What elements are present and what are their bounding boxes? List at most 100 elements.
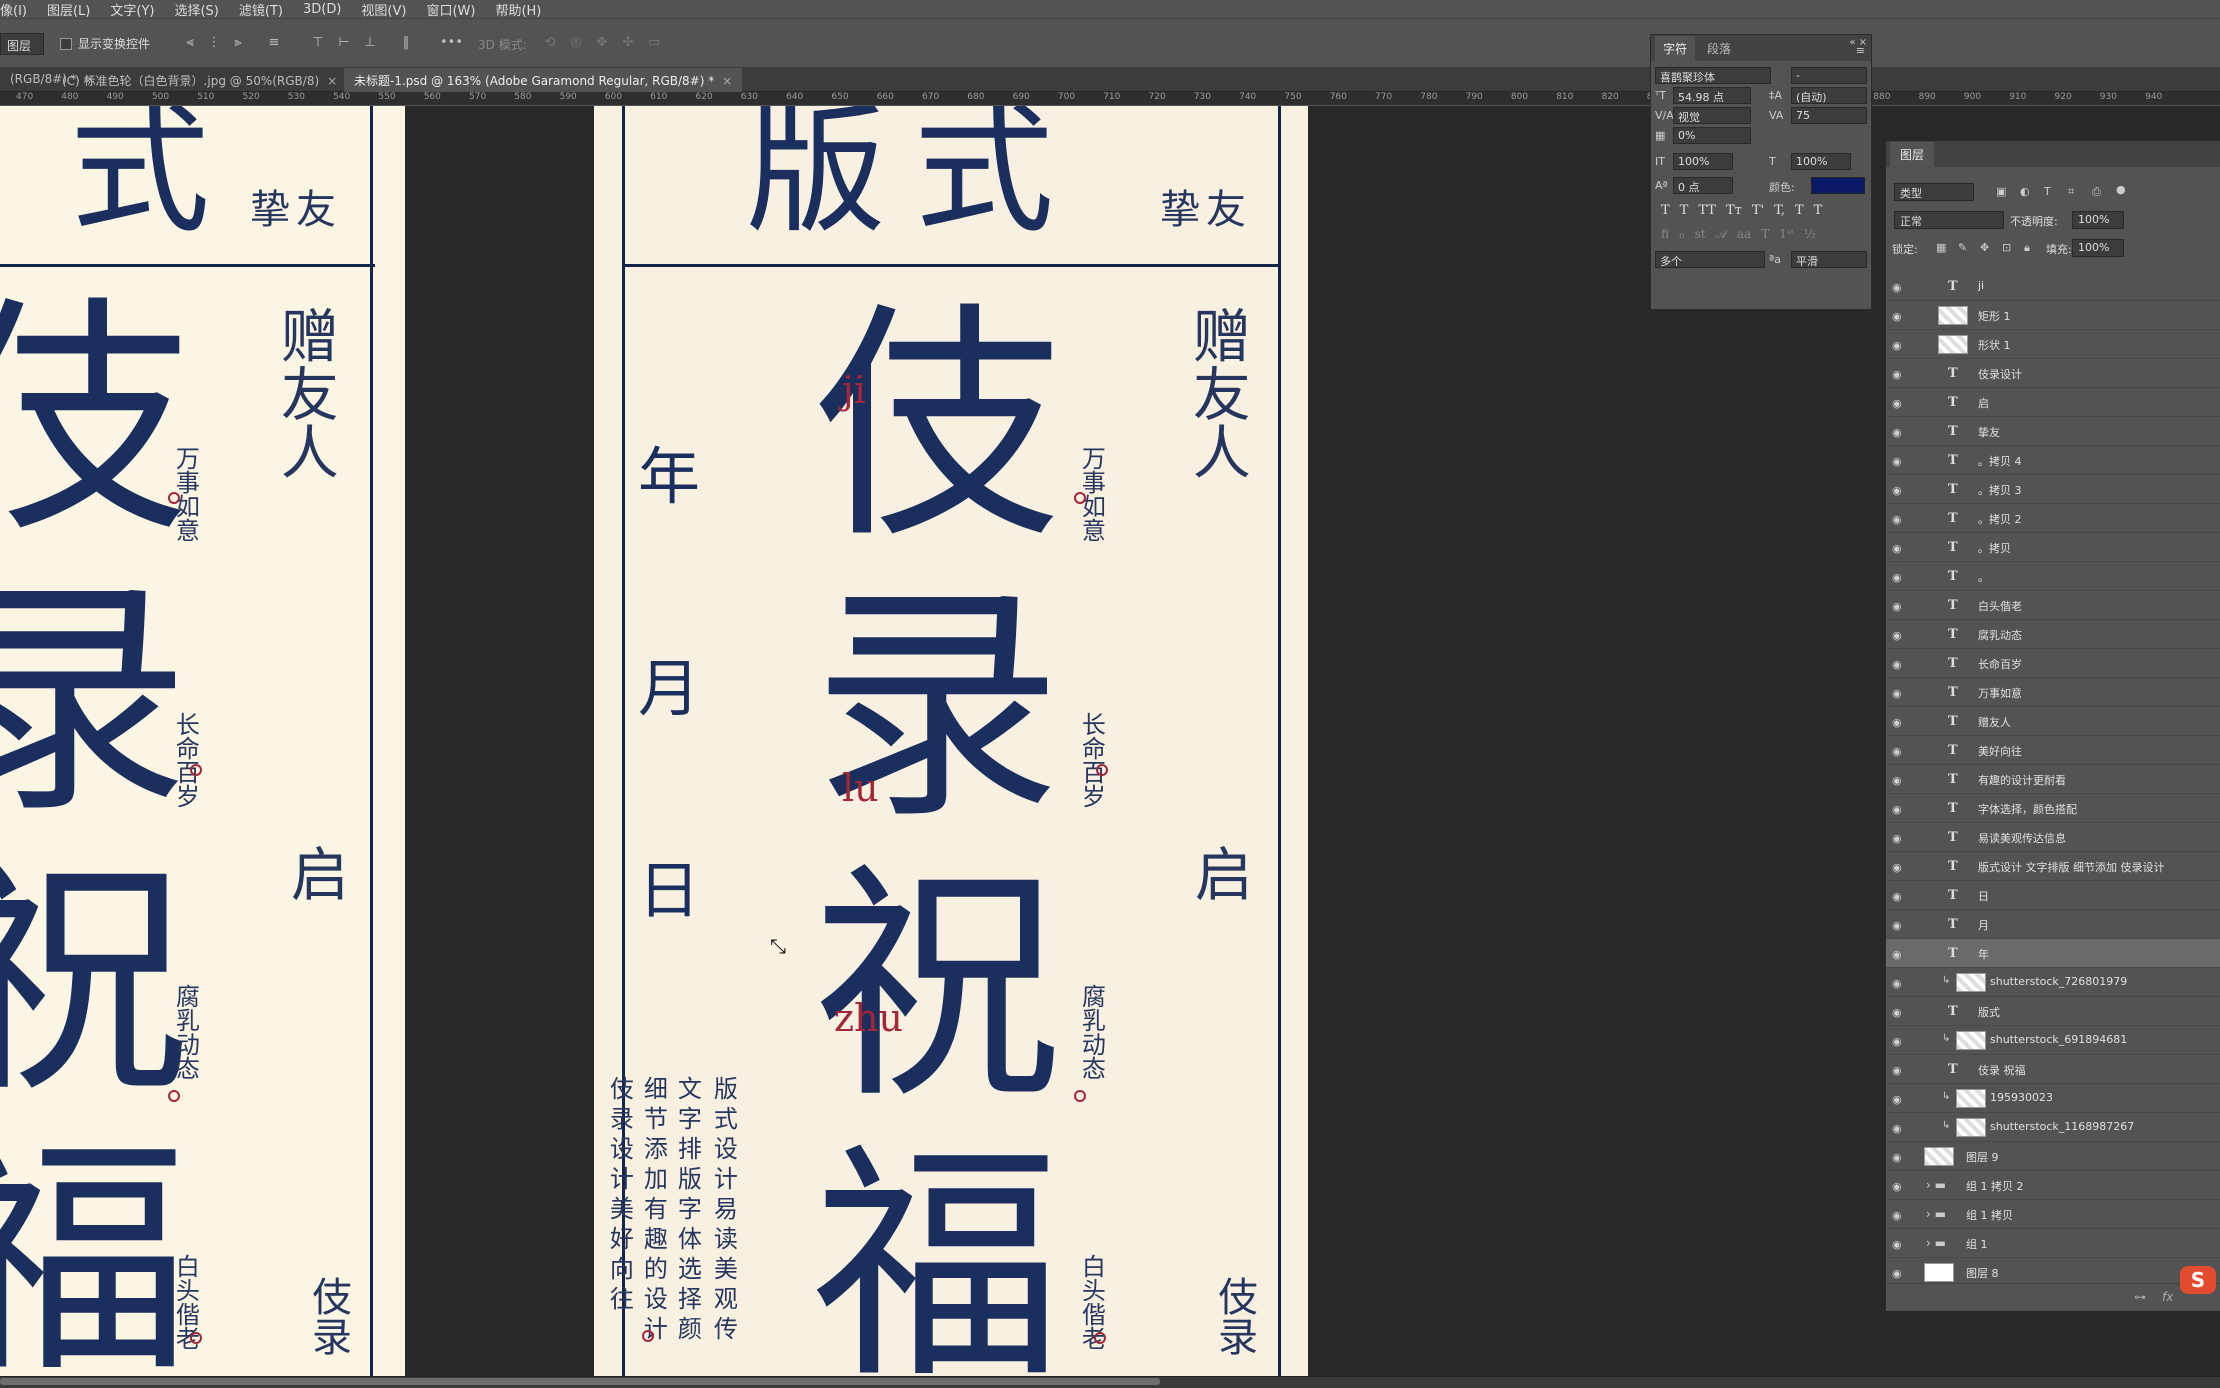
- kerning-input[interactable]: 视觉: [1673, 107, 1751, 124]
- titling-icon[interactable]: aa: [1737, 227, 1751, 242]
- baseline-input[interactable]: 0 点: [1673, 177, 1733, 194]
- visibility-eye-icon[interactable]: ◉: [1892, 571, 1902, 584]
- tab-paragraph[interactable]: 段落: [1699, 36, 1739, 61]
- hscale-input[interactable]: 100%: [1791, 153, 1851, 170]
- visibility-eye-icon[interactable]: ◉: [1892, 948, 1902, 961]
- 3d-scale-icon[interactable]: ▭: [646, 35, 662, 51]
- menu-select[interactable]: 选择(S): [174, 0, 218, 19]
- layer-row[interactable]: ◉ T 启: [1886, 388, 2220, 417]
- more-icon[interactable]: •••: [440, 35, 463, 51]
- fx-icon[interactable]: fx: [2162, 1290, 2173, 1304]
- visibility-eye-icon[interactable]: ◉: [1892, 484, 1902, 497]
- layer-row[interactable]: ◉ ↳ shutterstock_726801979: [1886, 968, 2220, 997]
- artboard-main[interactable]: 版式 挚友 伎 录 祝 福 ji lu zhu 年 月 日 赠友人 启 伎录 万…: [594, 106, 1308, 1376]
- layer-row[interactable]: ◉ T 字体选择，颜色搭配: [1886, 794, 2220, 823]
- folder-icon[interactable]: › ▬: [1926, 1178, 1946, 1192]
- layer-row[interactable]: ◉ T 日: [1886, 881, 2220, 910]
- layer-row[interactable]: ◉ T 年: [1886, 939, 2220, 968]
- faux-bold-button[interactable]: T: [1661, 203, 1670, 218]
- strikethrough-button[interactable]: T: [1814, 203, 1823, 218]
- visibility-eye-icon[interactable]: ◉: [1892, 513, 1902, 526]
- small-caps-button[interactable]: Tт: [1726, 203, 1742, 218]
- layer-row[interactable]: ◉ › ▬ 组 1 拷贝: [1886, 1200, 2220, 1229]
- layer-row[interactable]: ◉ T 易读美观传达信息: [1886, 823, 2220, 852]
- visibility-eye-icon[interactable]: ◉: [1892, 1151, 1902, 1164]
- align-vcenter-icon[interactable]: ⊢: [336, 35, 352, 51]
- visibility-eye-icon[interactable]: ◉: [1892, 1209, 1902, 1222]
- layer-row[interactable]: ◉ T 。拷贝 4: [1886, 446, 2220, 475]
- sogou-ime-icon[interactable]: S: [2180, 1266, 2216, 1294]
- filter-shape-icon[interactable]: ⌗: [2068, 185, 2074, 199]
- visibility-eye-icon[interactable]: ◉: [1892, 977, 1902, 990]
- visibility-eye-icon[interactable]: ◉: [1892, 716, 1902, 729]
- close-icon[interactable]: ×: [327, 74, 337, 88]
- layer-row[interactable]: ◉ 图层 9: [1886, 1142, 2220, 1171]
- text-color-swatch[interactable]: [1811, 177, 1865, 194]
- visibility-eye-icon[interactable]: ◉: [1892, 455, 1902, 468]
- lock-position-icon[interactable]: ✥: [1980, 241, 1989, 254]
- visibility-eye-icon[interactable]: ◉: [1892, 397, 1902, 410]
- layer-row[interactable]: ◉ T 版式: [1886, 997, 2220, 1026]
- layer-row[interactable]: ◉ T 美好向往: [1886, 736, 2220, 765]
- align-hcenter-icon[interactable]: ⋮: [206, 35, 222, 51]
- visibility-eye-icon[interactable]: ◉: [1892, 339, 1902, 352]
- visibility-eye-icon[interactable]: ◉: [1892, 629, 1902, 642]
- close-icon[interactable]: ×: [722, 74, 732, 88]
- link-icon[interactable]: ⊶: [2134, 1290, 2146, 1304]
- layer-row[interactable]: ◉ T 赠友人: [1886, 707, 2220, 736]
- menu-view[interactable]: 视图(V): [361, 0, 406, 19]
- layer-row[interactable]: ◉ T 。拷贝 2: [1886, 504, 2220, 533]
- menu-3d[interactable]: 3D(D): [303, 2, 341, 17]
- menu-type[interactable]: 文字(Y): [110, 0, 154, 19]
- visibility-eye-icon[interactable]: ◉: [1892, 1093, 1902, 1106]
- visibility-eye-icon[interactable]: ◉: [1892, 1238, 1902, 1251]
- visibility-eye-icon[interactable]: ◉: [1892, 1006, 1902, 1019]
- tab-character[interactable]: 字符: [1655, 36, 1696, 61]
- vscale-input[interactable]: 100%: [1673, 153, 1733, 170]
- lock-all-icon[interactable]: 🔒︎: [2024, 241, 2030, 255]
- layer-row[interactable]: ◉ T 伎录 祝福: [1886, 1055, 2220, 1084]
- distribute-icon[interactable]: ≡: [266, 35, 282, 51]
- leading-input[interactable]: (自动): [1791, 87, 1867, 104]
- lock-pixels-icon[interactable]: ✎: [1958, 241, 1967, 254]
- folder-icon[interactable]: › ▬: [1926, 1236, 1946, 1250]
- align-bottom-icon[interactable]: ⊥: [362, 35, 378, 51]
- horizontal-ruler[interactable]: 470 480 490 500 510 520 530 540 550 560 570 580 590 6…: [0, 92, 2220, 106]
- folder-icon[interactable]: › ▬: [1926, 1207, 1946, 1221]
- layer-row[interactable]: ◉ T 白头偕老: [1886, 591, 2220, 620]
- show-transform-toggle[interactable]: 显示变换控件: [60, 35, 150, 52]
- visibility-eye-icon[interactable]: ◉: [1892, 803, 1902, 816]
- opacity-input[interactable]: 100%: [2072, 211, 2124, 229]
- visibility-eye-icon[interactable]: ◉: [1892, 774, 1902, 787]
- font-family-select[interactable]: 喜鹊聚珍体: [1655, 67, 1771, 84]
- menu-image[interactable]: 像(I): [0, 0, 27, 19]
- filter-smart-icon[interactable]: ⎙: [2092, 185, 2101, 199]
- ordinal-icon[interactable]: T: [1761, 227, 1769, 242]
- layer-row[interactable]: ◉ 矩形 1: [1886, 301, 2220, 330]
- align-top-icon[interactable]: ⊤: [310, 35, 326, 51]
- visibility-eye-icon[interactable]: ◉: [1892, 368, 1902, 381]
- swash-icon[interactable]: 𝒜: [1716, 227, 1727, 242]
- visibility-eye-icon[interactable]: ◉: [1892, 745, 1902, 758]
- panel-menu-icon[interactable]: ≡: [1856, 44, 1865, 57]
- menu-filter[interactable]: 滤镜(T): [239, 0, 283, 19]
- visibility-eye-icon[interactable]: ◉: [1892, 687, 1902, 700]
- lock-artboard-icon[interactable]: ⊡: [2002, 241, 2011, 254]
- layer-row[interactable]: ◉ T 长命百岁: [1886, 649, 2220, 678]
- fraction-icon[interactable]: ½: [1804, 227, 1816, 242]
- visibility-eye-icon[interactable]: ◉: [1892, 310, 1902, 323]
- ordinal-st-icon[interactable]: 1ˢᵗ: [1779, 227, 1794, 242]
- all-caps-button[interactable]: TT: [1698, 203, 1716, 218]
- visibility-eye-icon[interactable]: ◉: [1892, 919, 1902, 932]
- visibility-eye-icon[interactable]: ◉: [1892, 1180, 1902, 1193]
- layer-row[interactable]: ◉ T 月: [1886, 910, 2220, 939]
- visibility-eye-icon[interactable]: ◉: [1892, 426, 1902, 439]
- layer-row[interactable]: ◉ 形状 1: [1886, 330, 2220, 359]
- font-style-select[interactable]: -: [1791, 67, 1867, 84]
- layer-row[interactable]: ◉ T 有趣的设计更耐看: [1886, 765, 2220, 794]
- old-style-icon[interactable]: ℴ: [1679, 227, 1685, 242]
- fill-input[interactable]: 100%: [2072, 239, 2124, 257]
- layer-row[interactable]: ◉ T 版式设计 文字排版 细节添加 伎录设计: [1886, 852, 2220, 881]
- blend-mode-select[interactable]: 正常: [1894, 211, 2004, 229]
- tab-layers[interactable]: 图层: [1890, 142, 1935, 167]
